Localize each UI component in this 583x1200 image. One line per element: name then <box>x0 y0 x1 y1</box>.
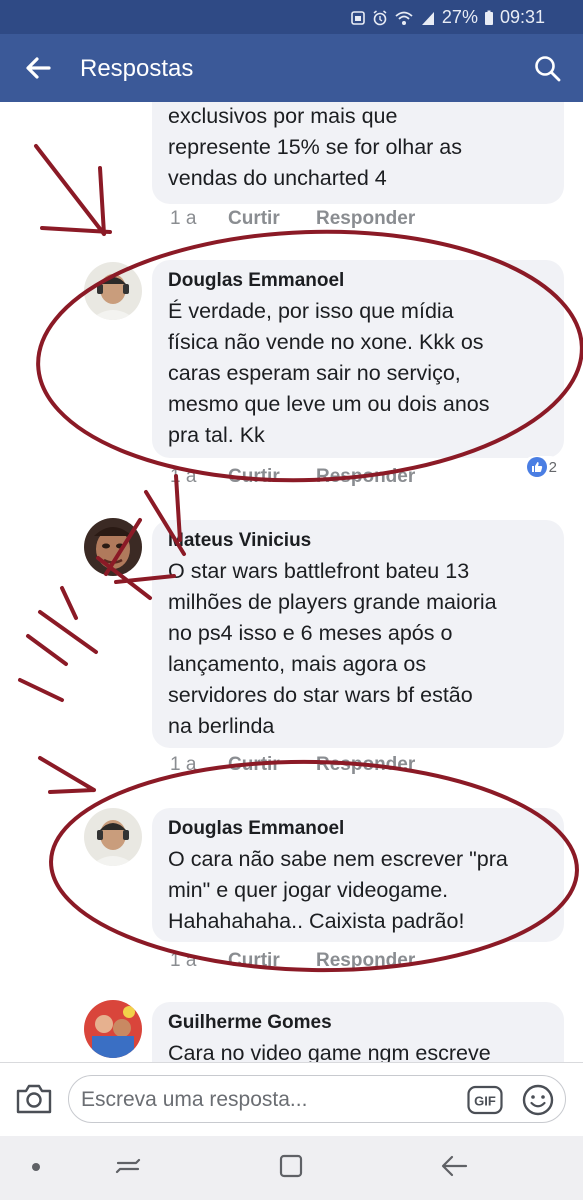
comment-text: É verdade, por isso que mídia física não… <box>168 296 548 451</box>
reply-composer: Escreva uma resposta... GIF <box>0 1062 583 1136</box>
comment-text: O star wars battlefront bateu 13 milhões… <box>168 556 548 742</box>
comment-line: caras esperam sair no serviço, <box>168 361 461 385</box>
reply-link[interactable]: Responder <box>316 754 415 776</box>
thumbs-up-icon <box>526 457 547 477</box>
comment-line: Hahahahaha.. Caixista padrão! <box>168 909 465 933</box>
comment-actions: 1 a Curtir Responder <box>170 754 415 776</box>
comment-bubble: Guilherme Gomes Cara no video game ngm e… <box>152 1002 564 1062</box>
home-button[interactable] <box>278 1153 304 1184</box>
reply-link[interactable]: Responder <box>316 208 415 230</box>
comment-bubble: exclusivos por mais que represente 15% s… <box>152 102 564 204</box>
comment-line: Cara no video game ngm escreve <box>168 1041 491 1062</box>
clock: 09:31 <box>499 7 545 27</box>
comment-text: O cara não sabe nem escrever "pra min" e… <box>168 844 548 937</box>
avatar <box>84 518 142 576</box>
alarm-icon <box>373 9 387 25</box>
emoji-icon <box>522 1084 554 1116</box>
comment-line: exclusivos por mais que <box>168 104 398 128</box>
system-back-button[interactable] <box>440 1153 468 1184</box>
gif-icon: GIF <box>467 1085 503 1115</box>
comment-text: exclusivos por mais que represente 15% s… <box>168 102 548 194</box>
comment-bubble: Mateus Vinicius O star wars battlefront … <box>152 520 564 748</box>
sim-icon <box>351 10 365 25</box>
comment-line: servidores do star wars bf estão <box>168 683 473 707</box>
like-link[interactable]: Curtir <box>228 466 316 488</box>
dot-button[interactable] <box>30 1160 42 1178</box>
reply-input-placeholder: Escreva uma resposta... <box>81 1088 308 1111</box>
comment-line: lançamento, mais agora os <box>168 652 427 676</box>
emoji-button[interactable] <box>521 1083 555 1117</box>
comment-thread: exclusivos por mais que represente 15% s… <box>0 102 583 1062</box>
reply-link[interactable]: Responder <box>316 950 415 972</box>
reaction-number: 2 <box>548 458 557 476</box>
comment-actions: 1 a Curtir Responder <box>170 950 415 972</box>
reply-input[interactable]: Escreva uma resposta... GIF <box>68 1075 566 1123</box>
comment-age: 1 a <box>170 466 197 487</box>
comment-line: O star wars battlefront bateu 13 <box>168 559 470 583</box>
reaction-count[interactable]: 2 <box>522 456 561 478</box>
arrow-left-icon <box>26 57 51 79</box>
dot-icon <box>32 1163 40 1171</box>
wifi-icon <box>395 11 413 25</box>
battery-percent: 27% <box>441 7 478 27</box>
comment-author[interactable]: Douglas Emmanoel <box>168 818 548 840</box>
comment-bubble: Douglas Emmanoel É verdade, por isso que… <box>152 260 564 458</box>
gif-button[interactable]: GIF <box>467 1085 503 1115</box>
comment-line: É verdade, por isso que mídia <box>168 299 454 323</box>
avatar <box>84 262 142 320</box>
comment-line: min" e quer jogar videogame. <box>168 878 449 902</box>
page-title: Respostas <box>80 55 194 82</box>
comment-author[interactable]: Guilherme Gomes <box>168 1012 548 1034</box>
comment-line: mesmo que leve um ou dois anos <box>168 392 490 416</box>
status-bar: 27% 09:31 <box>0 0 583 34</box>
comment-text: Cara no video game ngm escreve <box>168 1038 548 1062</box>
comment-line: no ps4 isso e 6 meses após o <box>168 621 453 645</box>
comment-age: 1 a <box>170 754 197 775</box>
comment-line: milhões de players grande maioria <box>168 590 497 614</box>
comment-line: O cara não sabe nem escrever "pra <box>168 847 508 871</box>
comment-age: 1 a <box>170 208 197 229</box>
recent-apps-button[interactable] <box>114 1154 142 1183</box>
back-button[interactable] <box>20 52 56 84</box>
like-link[interactable]: Curtir <box>228 208 316 230</box>
comment-actions: 1 a Curtir Responder <box>170 466 415 488</box>
comment-line: na berlinda <box>168 714 275 738</box>
search-button[interactable] <box>531 52 565 86</box>
home-icon <box>279 1154 303 1178</box>
search-icon <box>535 56 561 82</box>
comment-line: física não vende no xone. Kkk os <box>168 330 484 354</box>
like-link[interactable]: Curtir <box>228 950 316 972</box>
avatar-image <box>84 1000 142 1058</box>
system-nav-bar <box>0 1136 583 1200</box>
comment-bubble: Douglas Emmanoel O cara não sabe nem esc… <box>152 808 564 942</box>
avatar <box>84 808 142 866</box>
comment-line: vendas do uncharted 4 <box>168 166 387 190</box>
status-icons: 27% 09:31 <box>350 7 545 28</box>
comment-author[interactable]: Douglas Emmanoel <box>168 270 548 292</box>
comment-author[interactable]: Mateus Vinicius <box>168 530 548 552</box>
camera-icon <box>16 1084 52 1114</box>
signal-icon <box>421 11 434 25</box>
gif-label: GIF <box>474 1094 496 1109</box>
avatar-image <box>84 808 142 866</box>
back-icon <box>441 1155 468 1177</box>
comment-actions: 1 a Curtir Responder <box>170 208 415 230</box>
comment-age: 1 a <box>170 950 197 971</box>
recent-apps-icon <box>115 1158 141 1174</box>
avatar-image <box>84 262 142 320</box>
comment-line: represente 15% se for olhar as <box>168 135 462 159</box>
app-bar: Respostas <box>0 34 583 102</box>
like-link[interactable]: Curtir <box>228 754 316 776</box>
avatar-image <box>84 518 142 576</box>
screen: 27% 09:31 Respostas exclusivos por mais … <box>0 0 583 1200</box>
camera-button[interactable] <box>14 1081 54 1117</box>
comment-line: pra tal. Kk <box>168 423 265 447</box>
reply-link[interactable]: Responder <box>316 466 415 488</box>
avatar <box>84 1000 142 1058</box>
battery-icon <box>484 10 493 25</box>
